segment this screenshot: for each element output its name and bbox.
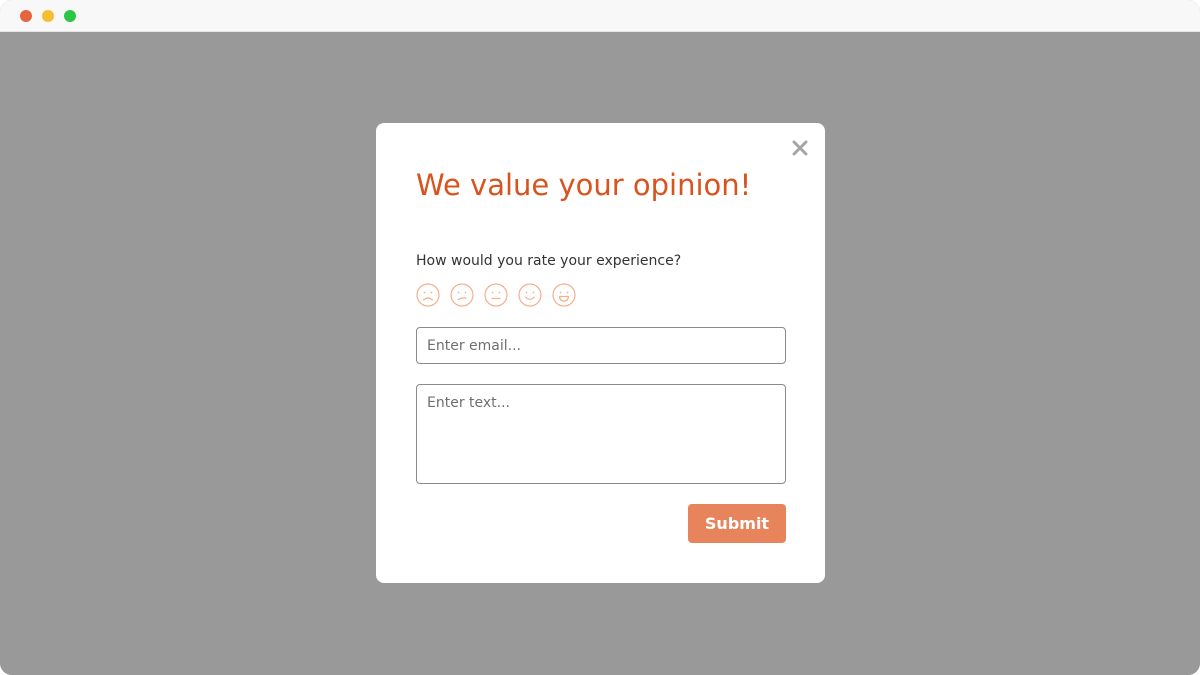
very-sad-face-icon[interactable] bbox=[416, 283, 440, 307]
smile-face-icon[interactable] bbox=[518, 283, 542, 307]
browser-window: We value your opinion! How would you rat… bbox=[0, 0, 1200, 675]
window-close-dot[interactable] bbox=[20, 10, 32, 22]
window-minimize-dot[interactable] bbox=[42, 10, 54, 22]
message-textarea[interactable] bbox=[416, 384, 786, 484]
very-happy-face-icon[interactable] bbox=[552, 283, 576, 307]
window-maximize-dot[interactable] bbox=[64, 10, 76, 22]
rating-faces bbox=[416, 283, 576, 307]
rating-question: How would you rate your experience? bbox=[416, 253, 682, 269]
email-input[interactable] bbox=[416, 327, 786, 364]
close-icon[interactable] bbox=[791, 139, 809, 157]
submit-button[interactable]: Submit bbox=[688, 504, 786, 543]
modal-title: We value your opinion! bbox=[416, 168, 752, 202]
slightly-sad-face-icon[interactable] bbox=[450, 283, 474, 307]
feedback-modal: We value your opinion! How would you rat… bbox=[376, 123, 825, 583]
window-titlebar bbox=[0, 0, 1200, 32]
neutral-face-icon[interactable] bbox=[484, 283, 508, 307]
